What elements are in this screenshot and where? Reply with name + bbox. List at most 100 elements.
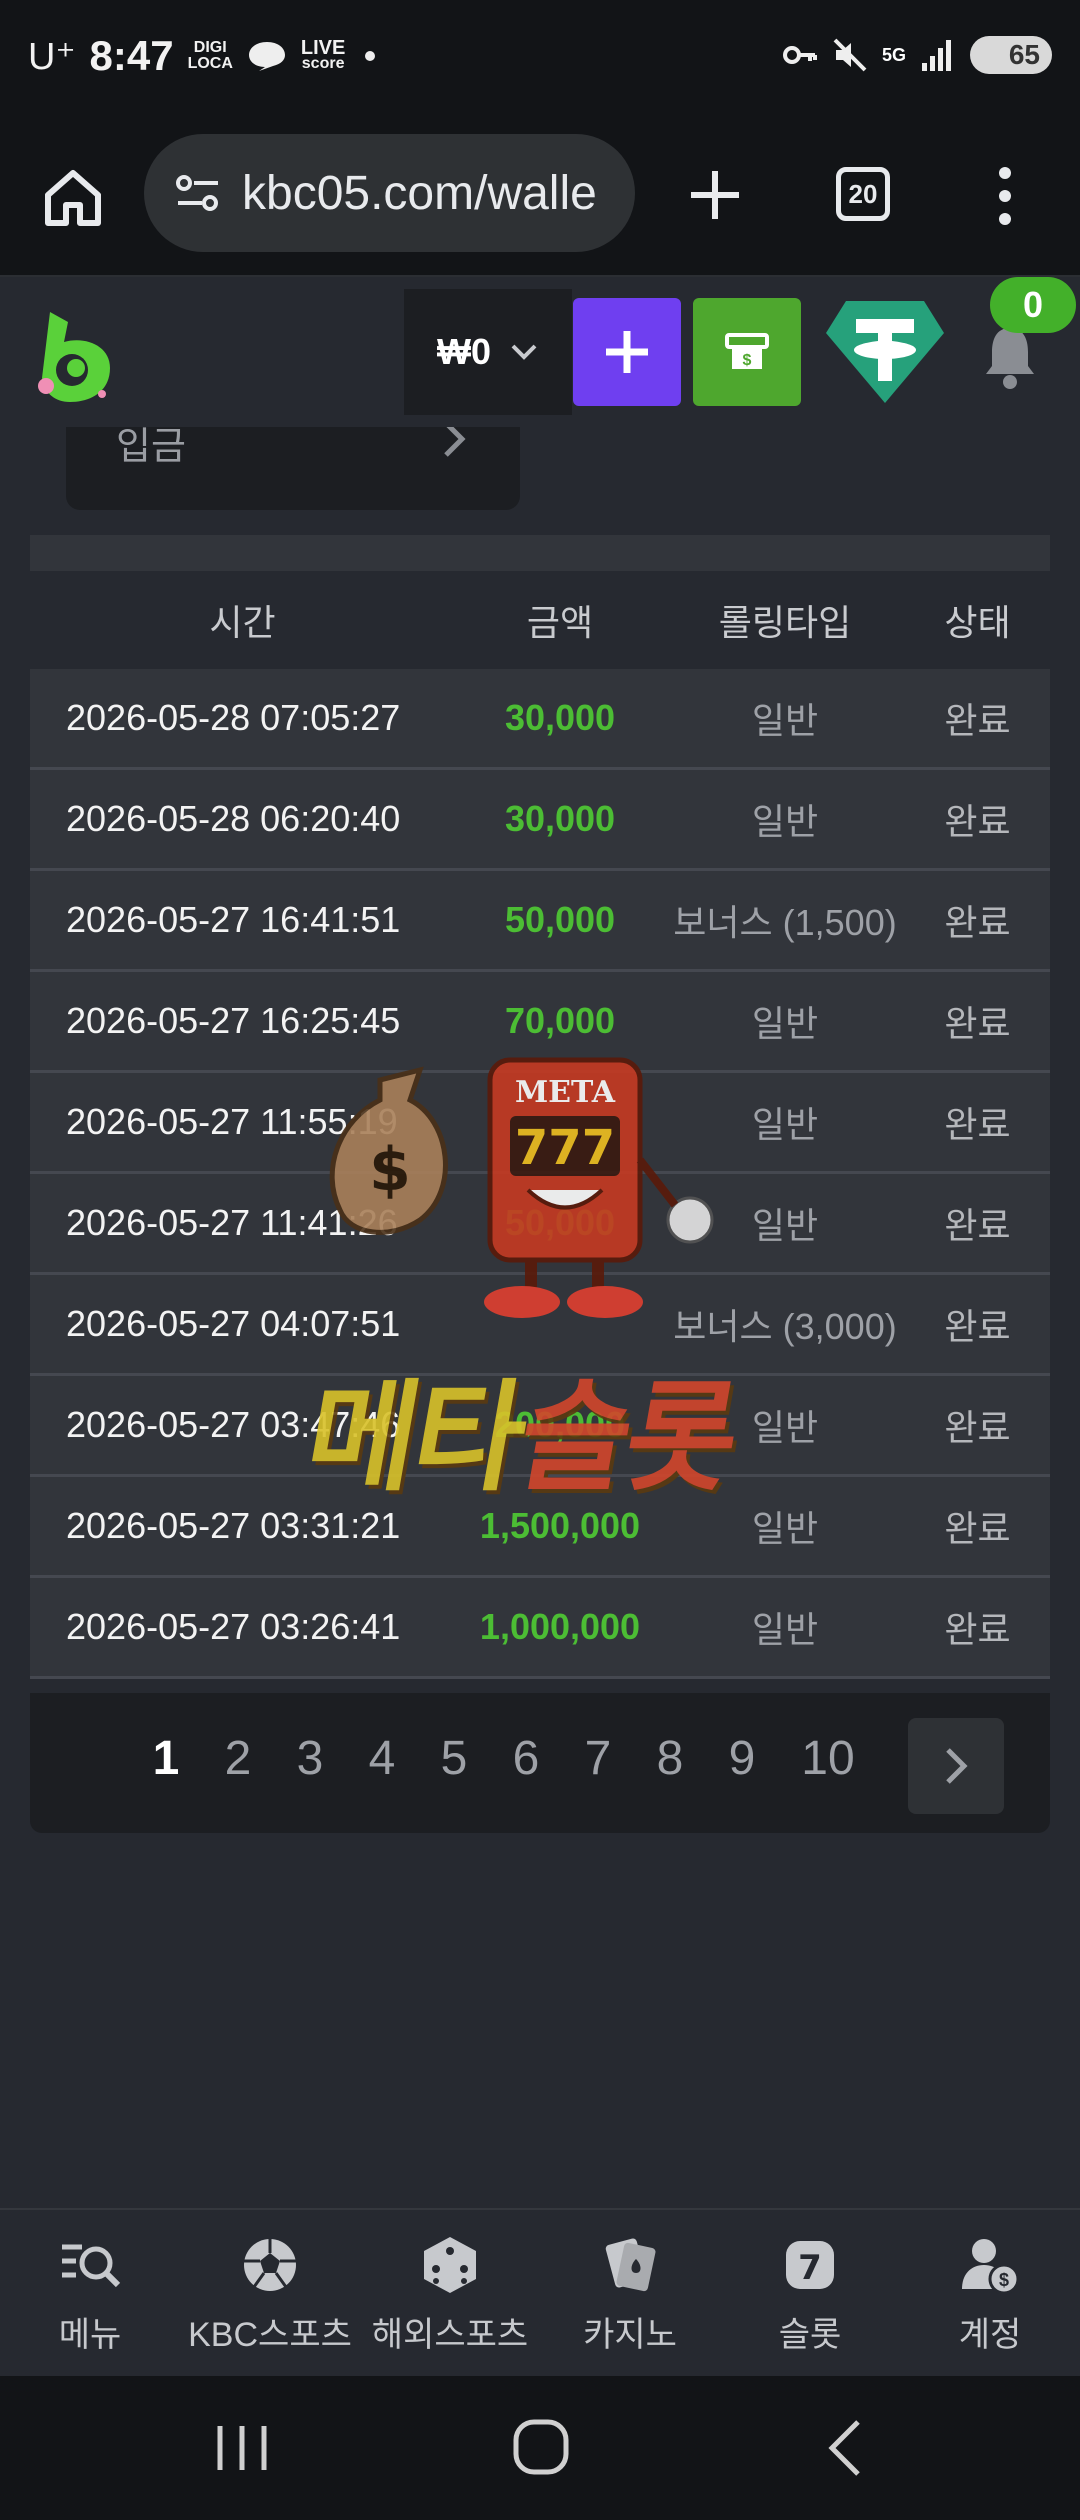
- page-link-9[interactable]: 9: [706, 1731, 778, 1786]
- cell-rolling-type: 보너스 (3,000): [673, 1306, 897, 1347]
- tether-icon[interactable]: [824, 297, 946, 407]
- cell-rolling-type: 일반: [751, 1609, 819, 1650]
- deposit-plus-button[interactable]: [573, 298, 681, 406]
- back-icon[interactable]: [822, 2418, 868, 2478]
- cell-status: 완료: [944, 1508, 1011, 1549]
- cell-status: 완료: [944, 1104, 1011, 1145]
- transaction-table: 시간 금액 롤링타입 상태 2026-05-28 07:05:27 30,000 일…: [30, 535, 1050, 1679]
- cell-status: 완료: [944, 1609, 1011, 1650]
- cards-icon: [605, 2238, 656, 2291]
- address-bar[interactable]: kbc05.com/walle: [144, 134, 635, 252]
- page-link-3[interactable]: 3: [274, 1731, 346, 1786]
- bottom-navigation: 메뉴 KBC스포츠 해외스포츠 카지노 7 슬롯 $ 계정: [0, 2208, 1080, 2378]
- page-link-8[interactable]: 8: [634, 1731, 706, 1786]
- key-icon: [782, 46, 817, 64]
- cell-amount: 50,000: [504, 1202, 616, 1243]
- nav-menu[interactable]: 메뉴: [0, 2210, 180, 2378]
- page-link-10[interactable]: 10: [778, 1731, 878, 1786]
- cell-amount: 1,500,000: [479, 1505, 641, 1546]
- cell-status: 완료: [944, 1205, 1011, 1246]
- page-link-2[interactable]: 2: [202, 1731, 274, 1786]
- table-row: 2026-05-27 04:07:51 보너스 (3,000) 완료: [30, 1275, 1050, 1376]
- notification-count-badge: 0: [990, 277, 1076, 333]
- dice-icon: [424, 2236, 476, 2293]
- status-bar: U⁺ 8:47 DIGI LOCA LIVE score 5G 65: [0, 0, 1080, 125]
- nav-casino[interactable]: 카지노: [540, 2210, 720, 2378]
- cell-time: 2026-05-28 06:20:40: [66, 798, 401, 839]
- cell-time: 2026-05-27 11:55:19: [66, 1101, 398, 1142]
- table-row: 2026-05-27 03:26:41 1,000,000 일반 완료: [30, 1578, 1050, 1679]
- cell-amount: 70,000: [504, 1000, 616, 1041]
- nav-kbc-sports-label: KBC스포츠: [188, 2315, 352, 2354]
- digiloca-icon: DIGI LOCA: [187, 39, 233, 72]
- system-home-icon[interactable]: [512, 2418, 570, 2476]
- cell-time: 2026-05-27 03:26:41: [66, 1606, 401, 1647]
- soccer-ball-icon: [244, 2238, 296, 2291]
- system-navigation-bar: [0, 2376, 1080, 2520]
- cell-time: 2026-05-27 16:25:45: [66, 1000, 401, 1041]
- nav-slot-label: 슬롯: [778, 2315, 842, 2354]
- home-icon[interactable]: [40, 165, 106, 231]
- network-5g-icon: 5G: [881, 45, 906, 65]
- cell-time: 2026-05-27 03:31:21: [66, 1505, 401, 1546]
- nav-overseas-sports[interactable]: 해외스포츠: [360, 2210, 540, 2378]
- next-page-button[interactable]: [908, 1718, 1004, 1814]
- table-header: 시간 금액 롤링타입 상태: [30, 571, 1050, 669]
- svg-text:$: $: [999, 2270, 1009, 2290]
- page-link-1[interactable]: 1: [130, 1731, 202, 1786]
- pagination: 1 2 3 4 5 6 7 8 9 10: [30, 1693, 1050, 1833]
- cell-time: 2026-05-27 11:41:26: [66, 1202, 398, 1243]
- page-link-5[interactable]: 5: [418, 1731, 490, 1786]
- account-icon: $: [962, 2238, 1020, 2294]
- cell-amount: 30,000: [504, 798, 616, 839]
- cell-rolling-type: 일반: [751, 1508, 819, 1549]
- table-row: 2026-05-27 03:31:21 1,500,000 일반 완료: [30, 1477, 1050, 1578]
- notification-dot-icon: [365, 51, 376, 61]
- balance-dropdown[interactable]: ₩0: [404, 289, 572, 415]
- livescore-icon: LIVE score: [300, 37, 346, 72]
- table-row: 2026-05-27 16:25:45 70,000 일반 완료: [30, 972, 1050, 1073]
- new-tab-icon[interactable]: [685, 165, 745, 225]
- plus-icon: [606, 331, 648, 373]
- chevron-down-icon: [511, 344, 537, 360]
- nav-account[interactable]: $ 계정: [900, 2210, 1080, 2378]
- svg-text:$: $: [743, 352, 752, 369]
- site-header: ₩0 $ 0: [0, 277, 1080, 427]
- cell-amount: 50,000: [504, 899, 616, 940]
- cell-rolling-type: 일반: [751, 1003, 819, 1044]
- cell-amount: 30,000: [504, 697, 616, 738]
- cell-time: 2026-05-27 03:47:46: [66, 1404, 401, 1445]
- site-settings-icon[interactable]: [174, 173, 222, 213]
- mute-icon: [833, 38, 867, 72]
- cell-rolling-type: 일반: [751, 1205, 819, 1246]
- cell-amount: 1,000,000: [479, 1606, 641, 1647]
- page-link-6[interactable]: 6: [490, 1731, 562, 1786]
- page-link-4[interactable]: 4: [346, 1731, 418, 1786]
- cashier-icon: $: [725, 333, 769, 369]
- site-logo[interactable]: [30, 302, 130, 412]
- menu-search-icon: [62, 2244, 121, 2287]
- nav-overseas-sports-label: 해외스포츠: [371, 2315, 529, 2354]
- table-row: 2026-05-27 03:47:46 200,000 일반 완료: [30, 1376, 1050, 1477]
- cell-time: 2026-05-27 04:07:51: [66, 1303, 401, 1344]
- column-header-time: 시간: [209, 602, 276, 643]
- table-row: 2026-05-27 16:41:51 50,000 보너스 (1,500) 완료: [30, 871, 1050, 972]
- cell-rolling-type: 일반: [751, 700, 819, 741]
- column-header-amount: 금액: [526, 602, 594, 643]
- more-menu-icon[interactable]: [990, 163, 1020, 229]
- battery-indicator: 65: [970, 36, 1052, 74]
- signal-icon: [922, 40, 951, 71]
- table-row: 2026-05-27 11:41:26 50,000 일반 완료: [30, 1174, 1050, 1275]
- recent-apps-icon[interactable]: [212, 2422, 272, 2474]
- nav-slot[interactable]: 7 슬롯: [720, 2210, 900, 2378]
- withdraw-button[interactable]: $: [693, 298, 801, 406]
- chat-bubble-icon: [248, 42, 285, 71]
- cell-rolling-type: 보너스 (1,500): [673, 902, 897, 943]
- tab-switcher-button[interactable]: 20: [836, 167, 890, 221]
- cell-status: 완료: [944, 700, 1011, 741]
- page-link-7[interactable]: 7: [562, 1731, 634, 1786]
- cell-time: 2026-05-27 16:41:51: [66, 899, 401, 940]
- nav-kbc-sports[interactable]: KBC스포츠: [180, 2210, 360, 2378]
- cell-rolling-type: 일반: [751, 1104, 819, 1145]
- nav-menu-label: 메뉴: [58, 2315, 122, 2354]
